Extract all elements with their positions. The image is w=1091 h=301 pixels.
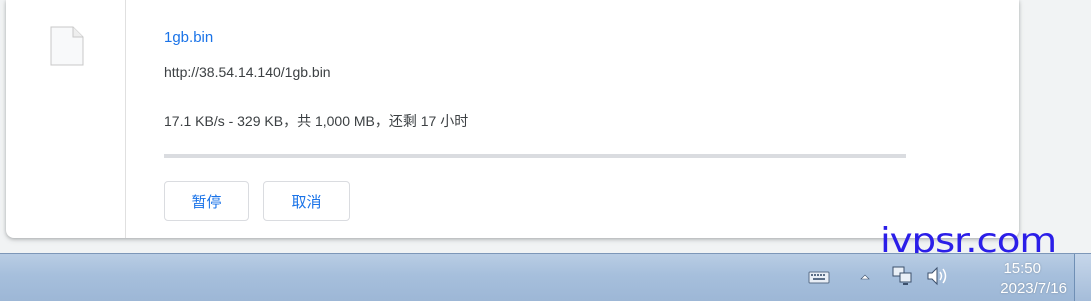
system-clock[interactable]: 15:50 2023/7/16: [967, 259, 1067, 299]
show-desktop-button[interactable]: [1074, 254, 1091, 301]
network-icon[interactable]: [891, 264, 913, 288]
clock-date: 2023/7/16: [1000, 280, 1067, 297]
clock-time: 15:50: [1003, 260, 1041, 277]
download-status: 17.1 KB/s - 329 KB，共 1,000 MB，还剩 17 小时: [164, 113, 469, 129]
show-hidden-icons-arrow[interactable]: [858, 270, 872, 284]
taskbar: 15:50 2023/7/16: [0, 253, 1091, 301]
download-card-icon-column: [6, 0, 126, 238]
screen: 1gb.bin http://38.54.14.140/1gb.bin 17.1…: [0, 0, 1091, 301]
download-card: 1gb.bin http://38.54.14.140/1gb.bin 17.1…: [6, 0, 1019, 238]
progress-bar: [164, 154, 906, 158]
file-url: http://38.54.14.140/1gb.bin: [164, 64, 331, 80]
file-name-link[interactable]: 1gb.bin: [164, 29, 213, 46]
svg-text:ivpsr.com: ivpsr.com: [880, 226, 1056, 256]
keyboard-icon[interactable]: [808, 269, 830, 285]
volume-icon[interactable]: [926, 265, 950, 287]
pause-button[interactable]: 暂停: [164, 181, 249, 221]
cancel-button[interactable]: 取消: [263, 181, 350, 221]
file-icon: [50, 26, 84, 66]
